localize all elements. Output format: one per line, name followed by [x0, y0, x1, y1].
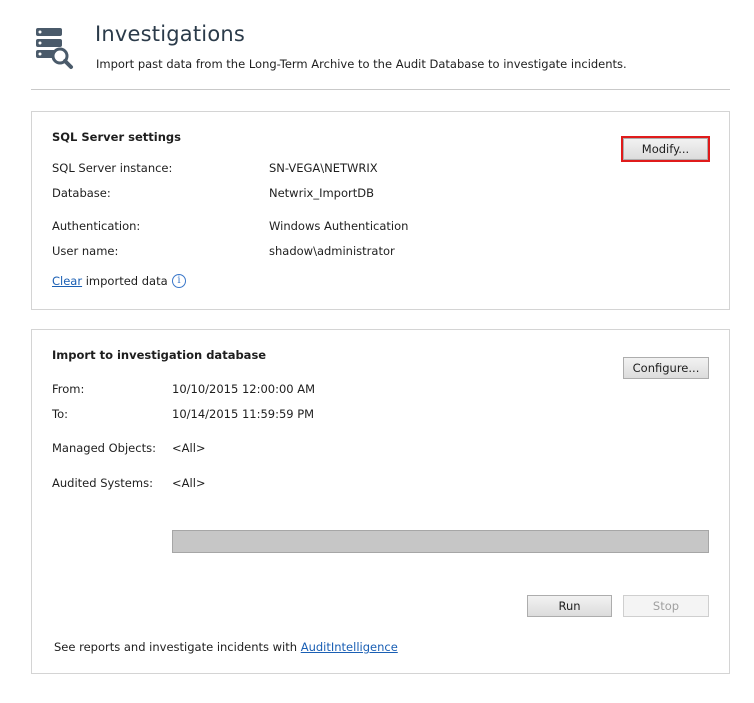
footer-text: See reports and investigate incidents wi… [54, 640, 298, 654]
to-value: 10/14/2015 11:59:59 PM [172, 407, 315, 421]
page-subtitle: Import past data from the Long-Term Arch… [96, 57, 627, 71]
clear-link[interactable]: Clear [52, 274, 82, 288]
import-progress-bar [172, 530, 709, 553]
managed-objects-label: Managed Objects: [52, 441, 156, 455]
sql-instance-label: SQL Server instance: [52, 161, 173, 175]
audited-systems-value: <All> [172, 476, 206, 490]
authentication-value: Windows Authentication [269, 219, 409, 233]
from-value: 10/10/2015 12:00:00 AM [172, 382, 316, 396]
clear-imported-data: Clear imported data [52, 274, 168, 288]
authentication-label: Authentication: [52, 219, 141, 233]
sql-server-settings-panel: SQL Server settings Modify... SQL Server… [31, 111, 730, 310]
database-label: Database: [52, 186, 111, 200]
user-name-value: shadow\administrator [269, 244, 395, 258]
configure-button[interactable]: Configure... [623, 357, 709, 379]
database-value: Netwrix_ImportDB [269, 186, 374, 200]
modify-button[interactable]: Modify... [621, 136, 710, 162]
sql-settings-title: SQL Server settings [52, 130, 181, 144]
database-search-icon [36, 28, 73, 69]
from-label: From: [52, 382, 85, 396]
stop-button[interactable]: Stop [623, 595, 709, 617]
run-button[interactable]: Run [527, 595, 612, 617]
info-icon[interactable]: i [172, 274, 186, 288]
clear-link-suffix: imported data [85, 274, 168, 288]
managed-objects-value: <All> [172, 441, 206, 455]
auditintelligence-link[interactable]: AuditIntelligence [301, 640, 398, 654]
user-name-label: User name: [52, 244, 119, 258]
header-divider [31, 89, 730, 90]
import-panel: Import to investigation database Configu… [31, 329, 730, 674]
audited-systems-label: Audited Systems: [52, 476, 153, 490]
page-title: Investigations [95, 22, 246, 46]
to-label: To: [52, 407, 68, 421]
import-title: Import to investigation database [52, 348, 267, 362]
footer-text-line: See reports and investigate incidents wi… [54, 640, 398, 654]
sql-instance-value: SN-VEGA\NETWRIX [269, 161, 378, 175]
